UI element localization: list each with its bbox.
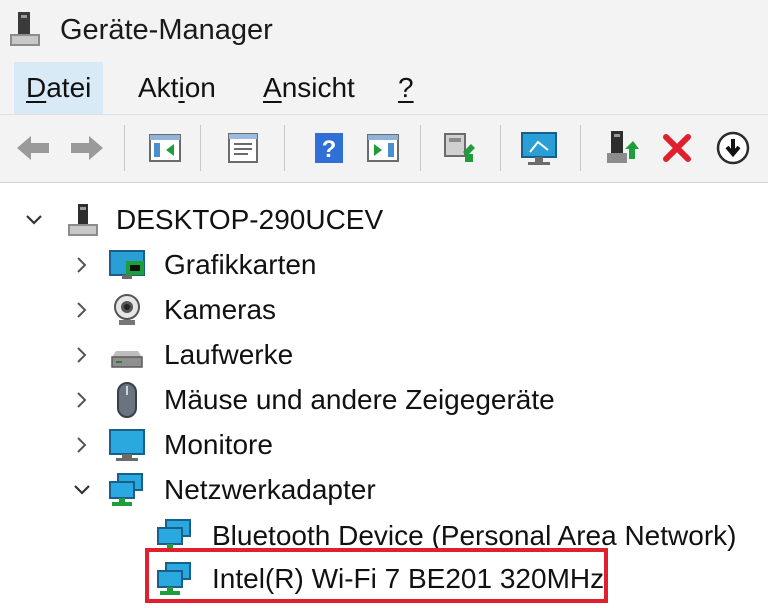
tree-root[interactable]: DESKTOP-290UCEV: [0, 198, 768, 242]
toolbar-separator: [500, 125, 501, 171]
tree-item-label: Netzwerkadapter: [164, 474, 376, 505]
menu-datei[interactable]: Datei: [14, 62, 104, 114]
mouse-icon: [117, 382, 137, 418]
properties-icon[interactable]: [222, 127, 264, 169]
back-arrow-icon[interactable]: [12, 127, 54, 169]
menu-ansicht-accel: A: [263, 72, 282, 103]
monitor-icon: [109, 429, 145, 461]
disable-device-icon[interactable]: [712, 127, 754, 169]
tree-item-label: Grafikkarten: [164, 249, 317, 280]
camera-icon: [114, 294, 140, 325]
tree-item-label: Monitore: [164, 429, 273, 460]
toolbar-separator: [580, 125, 581, 171]
menu-datei-post: atei: [46, 72, 92, 103]
tree-item-kameras[interactable]: Kameras: [0, 288, 768, 332]
monitor-icon[interactable]: [518, 127, 560, 169]
computer-icon: [68, 204, 98, 236]
chevron-right-icon[interactable]: [72, 390, 92, 410]
network-adapter-icon: [109, 473, 143, 506]
svg-text:?: ?: [322, 136, 337, 163]
toolbar-separator: [420, 125, 421, 171]
tree-item-label: Laufwerke: [164, 339, 294, 370]
toolbar: ?: [0, 114, 768, 183]
menu-ansicht-post: nsicht: [281, 72, 355, 103]
menu-help-accel: ?: [398, 72, 414, 103]
computer-name: DESKTOP-290UCEV: [116, 204, 384, 235]
chevron-down-icon[interactable]: [24, 210, 44, 230]
disk-drive-icon: [111, 351, 143, 368]
tree-item-monitore[interactable]: Monitore: [0, 423, 768, 467]
tree-item-laufwerke[interactable]: Laufwerke: [0, 333, 768, 377]
menu-bar: Datei Aktion Ansicht ?: [0, 62, 768, 114]
menu-aktion[interactable]: Aktion: [126, 62, 228, 114]
window-title: Geräte-Manager: [60, 14, 273, 46]
uninstall-icon[interactable]: [656, 127, 698, 169]
scan-hardware-icon[interactable]: [438, 127, 480, 169]
show-hide-console-tree-icon[interactable]: [144, 127, 186, 169]
menu-datei-accel: D: [26, 72, 47, 103]
menu-ansicht[interactable]: Ansicht: [251, 62, 367, 114]
menu-aktion-post: on: [184, 72, 216, 103]
help-icon[interactable]: ?: [308, 127, 350, 169]
menu-help[interactable]: ?: [386, 62, 426, 114]
title-bar: Geräte-Manager: [0, 0, 768, 62]
tree-item-label: Kameras: [164, 294, 277, 325]
chevron-down-icon[interactable]: [72, 480, 92, 500]
chevron-right-icon[interactable]: [72, 255, 92, 275]
toolbar-separator: [200, 125, 201, 171]
tree-item-maeuse[interactable]: Mäuse und andere Zeigegeräte: [0, 378, 768, 422]
device-manager-icon: [10, 12, 40, 46]
tree-item-netzwerkadapter[interactable]: Netzwerkadapter: [0, 468, 768, 512]
forward-arrow-icon[interactable]: [66, 127, 108, 169]
highlight-box: [145, 548, 608, 603]
chevron-right-icon[interactable]: [72, 435, 92, 455]
menu-aktion-pre: Akt: [138, 72, 179, 103]
show-action-pane-icon[interactable]: [362, 127, 404, 169]
tree-item-label: Mäuse und andere Zeigegeräte: [164, 384, 555, 415]
toolbar-separator: [284, 125, 285, 171]
chevron-right-icon[interactable]: [72, 300, 92, 320]
toolbar-separator: [124, 125, 125, 171]
update-driver-icon[interactable]: [600, 127, 642, 169]
display-adapter-icon: [109, 250, 145, 279]
tree-item-grafikkarten[interactable]: Grafikkarten: [0, 243, 768, 287]
chevron-right-icon[interactable]: [72, 345, 92, 365]
